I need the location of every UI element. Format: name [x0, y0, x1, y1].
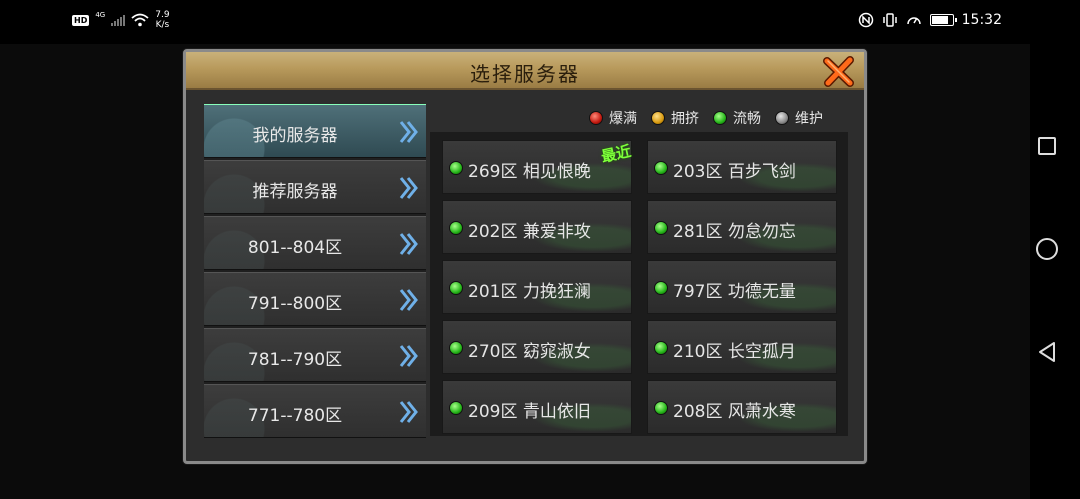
- menu-item-label: 我的服务器: [252, 126, 338, 146]
- menu-item-range-781-790[interactable]: 781--790区: [204, 328, 426, 382]
- menu-item-label: 771--780区: [247, 406, 343, 426]
- status-smooth-icon: [654, 401, 668, 415]
- net-speed: 7.9 K/s: [155, 10, 169, 30]
- server-grid: 269区 相见恨晚 最近 203区 百步飞剑 202区 兼爱非攻 281区 勿怠…: [430, 132, 848, 436]
- status-smooth-icon: [449, 281, 463, 295]
- status-smooth-icon: [654, 161, 668, 175]
- server-name: 210区 长空孤月: [673, 342, 796, 362]
- server-button[interactable]: 269区 相见恨晚 最近: [442, 140, 633, 194]
- status-right: 15:32: [858, 12, 1002, 28]
- double-chevron-right-icon: [399, 233, 418, 255]
- server-name: 203区 百步飞剑: [673, 162, 796, 182]
- server-name: 209区 青山依旧: [468, 402, 591, 422]
- status-smooth-icon: [449, 161, 463, 175]
- battery-icon: [929, 14, 957, 26]
- status-smooth-icon: [449, 341, 463, 355]
- status-smooth-icon: [713, 111, 727, 125]
- status-maintenance-icon: [775, 111, 789, 125]
- net-speed-value: 7.9: [155, 10, 170, 20]
- server-name: 208区 风萧水寒: [673, 402, 796, 422]
- status-smooth-icon: [654, 221, 668, 235]
- menu-item-label: 791--800区: [247, 294, 343, 314]
- server-button[interactable]: 208区 风萧水寒: [647, 380, 837, 434]
- menu-item-label: 推荐服务器: [252, 182, 338, 202]
- recent-apps-button[interactable]: [1038, 137, 1056, 155]
- legend-maintenance-label: 维护: [795, 111, 823, 127]
- net-speed-unit: K/s: [155, 20, 170, 30]
- legend-smooth-label: 流畅: [733, 111, 761, 127]
- status-smooth-icon: [449, 221, 463, 235]
- back-button[interactable]: [1037, 341, 1057, 363]
- double-chevron-right-icon: [399, 177, 418, 199]
- status-full-icon: [589, 111, 603, 125]
- vibrate-icon: [882, 13, 897, 27]
- menu-item-recommended-servers[interactable]: 推荐服务器: [204, 160, 426, 214]
- server-select-dialog: 选择服务器 我的服务器 推荐服务器 801--804区 791--800区 78…: [183, 49, 867, 464]
- server-button[interactable]: 202区 兼爱非攻: [442, 200, 632, 254]
- status-smooth-icon: [654, 281, 668, 295]
- double-chevron-right-icon: [399, 289, 418, 311]
- recent-badge: 最近: [599, 142, 633, 166]
- server-button[interactable]: 201区 力挽狂澜: [442, 260, 632, 314]
- dialog-title: 选择服务器: [470, 62, 580, 86]
- double-chevron-right-icon: [399, 345, 418, 367]
- menu-item-label: 801--804区: [247, 238, 343, 258]
- legend-crowded-label: 拥挤: [671, 111, 699, 127]
- hd-badge: HD: [72, 14, 90, 26]
- status-smooth-icon: [449, 401, 463, 415]
- double-chevron-right-icon: [399, 121, 418, 143]
- battery-level: [931, 16, 948, 24]
- network-type: 4G: [95, 11, 106, 19]
- server-button[interactable]: 281区 勿怠勿忘: [647, 200, 837, 254]
- server-button[interactable]: 210区 长空孤月: [647, 320, 837, 374]
- dialog-title-bar: 选择服务器: [186, 52, 864, 90]
- server-name: 797区 功德无量: [673, 282, 796, 302]
- server-button[interactable]: 203区 百步飞剑: [647, 140, 837, 194]
- menu-item-range-771-780[interactable]: 771--780区: [204, 384, 426, 438]
- menu-item-range-791-800[interactable]: 791--800区: [204, 272, 426, 326]
- menu-item-my-servers[interactable]: 我的服务器: [204, 104, 426, 158]
- legend-full-label: 爆满: [609, 111, 637, 127]
- status-bar: HD 4G 7.9 K/s 15:32: [0, 0, 1080, 44]
- home-button[interactable]: [1036, 238, 1058, 260]
- status-left: HD 4G 7.9 K/s: [72, 10, 170, 30]
- navigation-bar: [1030, 44, 1080, 499]
- status-crowded-icon: [651, 111, 665, 125]
- server-button[interactable]: 270区 窈窕淑女: [442, 320, 632, 374]
- server-name: 281区 勿怠勿忘: [673, 222, 796, 242]
- status-smooth-icon: [654, 341, 668, 355]
- clock: 15:32: [961, 12, 1002, 28]
- signal-icon: [111, 14, 126, 26]
- close-x-icon[interactable]: [822, 54, 856, 88]
- server-button[interactable]: 209区 青山依旧: [442, 380, 632, 434]
- server-button[interactable]: 797区 功德无量: [647, 260, 837, 314]
- nfc-icon: [858, 12, 873, 28]
- speedometer-icon: [906, 17, 921, 25]
- server-name: 270区 窈窕淑女: [468, 342, 591, 362]
- status-legend: 爆满 拥挤 流畅 维护: [581, 108, 823, 128]
- menu-item-label: 781--790区: [247, 350, 343, 370]
- server-name: 201区 力挽狂澜: [468, 282, 591, 302]
- double-chevron-right-icon: [399, 401, 418, 423]
- server-category-menu: 我的服务器 推荐服务器 801--804区 791--800区 781--790…: [204, 104, 426, 438]
- menu-item-range-801-804[interactable]: 801--804区: [204, 216, 426, 270]
- server-name: 202区 兼爱非攻: [468, 222, 591, 242]
- server-name: 269区 相见恨晚: [468, 162, 591, 182]
- wifi-icon: [131, 13, 149, 27]
